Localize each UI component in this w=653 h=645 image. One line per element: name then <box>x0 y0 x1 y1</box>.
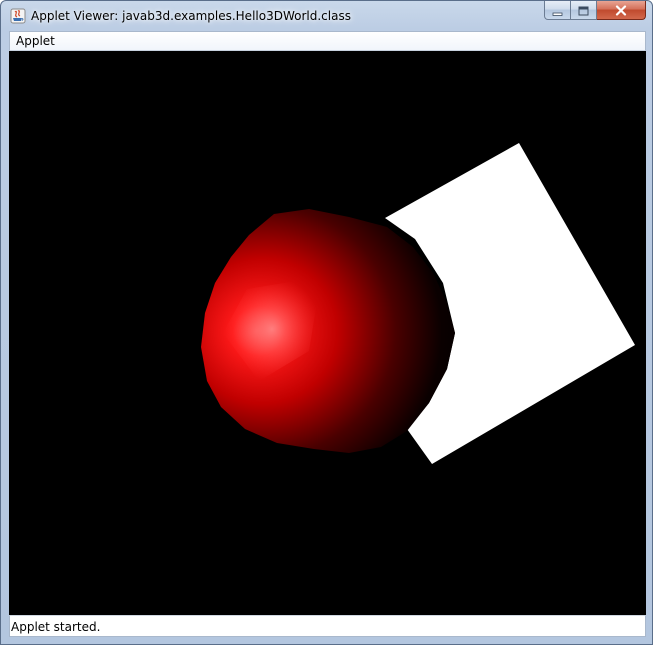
title-bar[interactable]: Applet Viewer: javab3d.examples.Hello3DW… <box>1 1 652 31</box>
maximize-icon <box>578 1 589 20</box>
status-text: Applet started. <box>11 620 101 634</box>
minimize-button[interactable] <box>544 1 571 20</box>
window-title: Applet Viewer: javab3d.examples.Hello3DW… <box>31 9 351 23</box>
applet-viewer-window: Applet Viewer: javab3d.examples.Hello3DW… <box>0 0 653 645</box>
minimize-icon <box>552 1 563 20</box>
maximize-button[interactable] <box>571 1 597 20</box>
java-cup-icon[interactable] <box>10 8 26 24</box>
menu-applet[interactable]: Applet <box>10 32 61 50</box>
close-icon <box>615 1 627 20</box>
scene-3d <box>201 143 635 464</box>
close-button[interactable] <box>597 1 646 20</box>
menu-bar: Applet <box>9 31 646 51</box>
status-bar: Applet started. <box>9 615 646 637</box>
caption-buttons <box>544 1 648 20</box>
canvas-3d[interactable] <box>9 51 646 615</box>
